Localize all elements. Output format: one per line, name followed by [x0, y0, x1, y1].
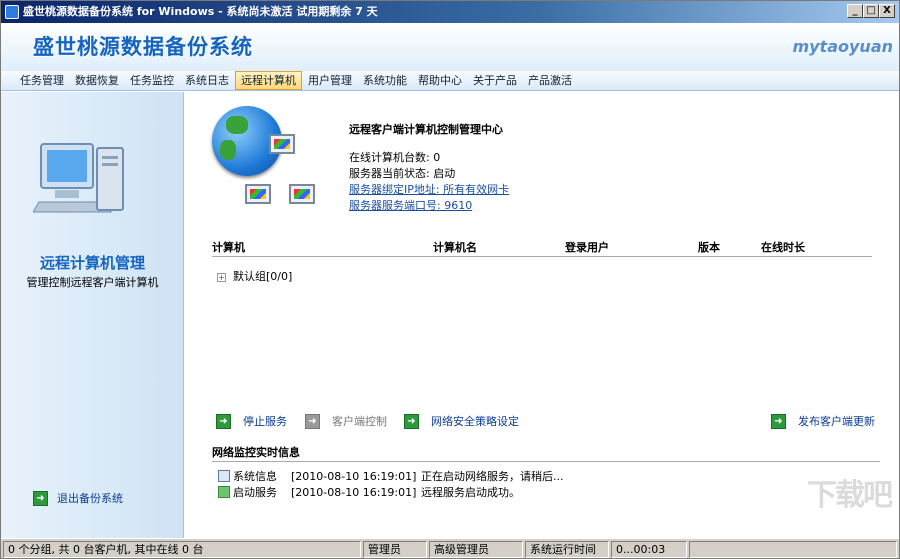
status-groups: 0 个分组, 共 0 台客户机, 其中在线 0 台 [3, 541, 361, 558]
status-empty [689, 541, 897, 558]
arrow-right-icon: ➜ [305, 414, 320, 429]
brand-logo: mytaoyuan [792, 37, 893, 56]
client-control-button[interactable]: ➜ 客户端控制 [305, 414, 387, 430]
status-runtime-label: 系统运行时间 [525, 541, 609, 558]
exit-button[interactable]: ➜ 退出备份系统 [33, 491, 123, 507]
divider [212, 256, 872, 257]
group-label: 默认组[0/0] [233, 270, 293, 283]
sidebar-subtitle: 管理控制远程客户端计算机 [26, 276, 159, 289]
port-link[interactable]: 服务器服务端口号: 9610 [349, 198, 509, 214]
menu-system-log[interactable]: 系统日志 [180, 71, 234, 90]
stop-service-label: 停止服务 [243, 415, 287, 428]
menu-system-function[interactable]: 系统功能 [358, 71, 412, 90]
expand-icon[interactable]: + [217, 272, 226, 282]
sidebar: 远程计算机管理 管理控制远程客户端计算机 ➜ 退出备份系统 [1, 92, 184, 538]
arrow-right-icon: ➜ [404, 414, 419, 429]
publish-update-label: 发布客户端更新 [798, 415, 875, 428]
status-runtime: 0...00:03 [611, 541, 687, 558]
publish-update-button[interactable]: ➜ 发布客户端更新 [771, 414, 875, 430]
stop-service-button[interactable]: ➜ 停止服务 [216, 414, 287, 430]
menu-user-manage[interactable]: 用户管理 [303, 71, 357, 90]
monitor-icon [269, 134, 295, 154]
title-bar[interactable]: 盛世桃源数据备份系统 for Windows - 系统尚未激活 试用期剩余 7 … [1, 1, 899, 23]
menu-task-monitor[interactable]: 任务监控 [125, 71, 179, 90]
start-service-icon [218, 486, 230, 498]
monitor-icon [289, 184, 315, 204]
security-policy-label: 网络安全策略设定 [431, 415, 519, 428]
arrow-right-icon: ➜ [771, 414, 786, 429]
menu-about[interactable]: 关于产品 [468, 71, 522, 90]
menu-data-restore[interactable]: 数据恢复 [70, 71, 124, 90]
arrow-right-icon: ➜ [216, 414, 231, 429]
app-window: 盛世桃源数据备份系统 for Windows - 系统尚未激活 试用期剩余 7 … [0, 0, 900, 559]
menu-help-center[interactable]: 帮助中心 [413, 71, 467, 90]
status-senior-admin: 高级管理员 [429, 541, 523, 558]
menu-bar: 任务管理 数据恢复 任务监控 系统日志 远程计算机 用户管理 系统功能 帮助中心… [1, 71, 899, 91]
security-policy-button[interactable]: ➜ 网络安全策略设定 [404, 414, 519, 430]
col-computer-name[interactable]: 计算机名 [433, 239, 477, 255]
col-online-time[interactable]: 在线时长 [761, 239, 805, 255]
menu-task-manage[interactable]: 任务管理 [15, 71, 69, 90]
watermark: 下载吧 [807, 478, 893, 513]
col-login-user[interactable]: 登录用户 [565, 239, 609, 255]
status-bar: 0 个分组, 共 0 台客户机, 其中在线 0 台 管理员 高级管理员 系统运行… [1, 538, 899, 558]
app-header: 盛世桃源数据备份系统 mytaoyuan [1, 23, 899, 71]
app-title: 盛世桃源数据备份系统 [33, 35, 253, 59]
close-button[interactable]: X [879, 4, 895, 18]
main-panel: 远程客户端计算机控制管理中心 在线计算机台数: 0 服务器当前状态: 启动 服务… [185, 92, 899, 538]
status-admin: 管理员 [363, 541, 427, 558]
server-info: 远程客户端计算机控制管理中心 在线计算机台数: 0 服务器当前状态: 启动 服务… [349, 122, 509, 214]
menu-remote-computer[interactable]: 远程计算机 [235, 71, 302, 90]
sidebar-title: 远程计算机管理 [39, 254, 145, 272]
log-row: 启动服务 [2010-08-10 16:19:01] 远程服务启动成功。 [218, 485, 520, 501]
client-control-label: 客户端控制 [332, 415, 387, 428]
server-status: 服务器当前状态: 启动 [349, 167, 456, 180]
col-computer[interactable]: 计算机 [212, 239, 245, 255]
menu-activate[interactable]: 产品激活 [523, 71, 577, 90]
computer-icon [33, 143, 124, 213]
arrow-right-icon: ➜ [33, 491, 48, 506]
tree-group-default[interactable]: + 默认组[0/0] [217, 268, 292, 284]
exit-label: 退出备份系统 [57, 492, 123, 505]
bind-ip-link[interactable]: 服务器绑定IP地址: 所有有效网卡 [349, 182, 509, 198]
log-title: 网络监控实时信息 [212, 446, 300, 459]
window-title: 盛世桃源数据备份系统 for Windows - 系统尚未激活 试用期剩余 7 … [23, 5, 378, 18]
online-count: 在线计算机台数: 0 [349, 151, 441, 164]
col-version[interactable]: 版本 [698, 239, 720, 255]
info-icon [218, 470, 230, 482]
info-title: 远程客户端计算机控制管理中心 [349, 123, 503, 136]
monitor-icon [245, 184, 271, 204]
log-row: 系统信息 [2010-08-10 16:19:01] 正在启动网络服务，请稍后... [218, 469, 564, 485]
app-icon [5, 5, 19, 19]
divider [212, 461, 880, 462]
maximize-button[interactable]: □ [863, 4, 879, 18]
minimize-button[interactable]: _ [847, 4, 863, 18]
